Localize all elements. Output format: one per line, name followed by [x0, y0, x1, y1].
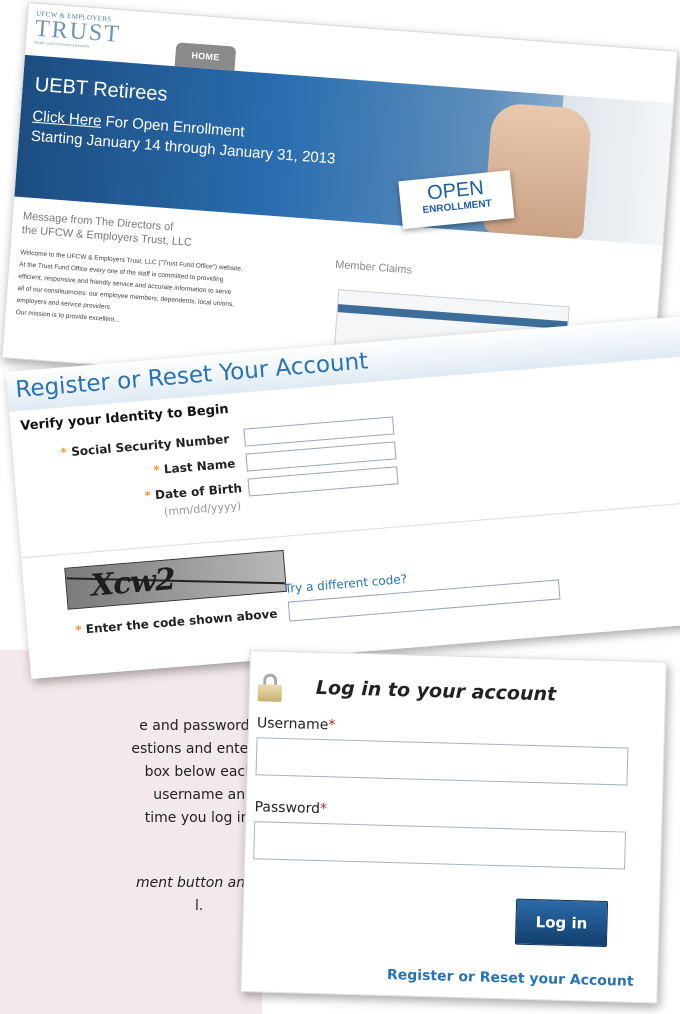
captcha-code: Xcw2: [89, 561, 177, 604]
note-line: time you log in,: [144, 810, 254, 826]
captcha-label-text: Enter the code shown above: [85, 606, 278, 637]
required-mark: *: [319, 801, 328, 818]
dob-label-text: Date of Birth: [154, 481, 243, 503]
username-label-text: Username: [256, 715, 329, 734]
dob-input[interactable]: [247, 466, 399, 497]
ssn-label: * Social Security Number: [60, 432, 230, 460]
last-name-label-text: Last Name: [163, 456, 236, 477]
ssn-label-text: Social Security Number: [70, 431, 230, 459]
password-label: Password*: [254, 799, 327, 817]
welcome-text: Welcome to the UFCW & Employers Trust, L…: [15, 247, 320, 341]
login-panel: Log in to your account Username* Passwor…: [240, 650, 667, 1004]
login-button[interactable]: Log in: [514, 898, 609, 948]
thumbnail-nav-bar: [337, 304, 568, 330]
register-reset-link[interactable]: Register or Reset your Account: [387, 967, 634, 990]
username-input[interactable]: [255, 737, 629, 786]
note-line: ment button and: [135, 875, 254, 891]
username-label: Username*: [257, 715, 336, 733]
last-name-label: * Last Name: [153, 457, 236, 478]
captcha-label: * Enter the code shown above: [75, 607, 278, 638]
section-divider: [21, 500, 680, 559]
click-here-link[interactable]: Click Here: [32, 108, 102, 130]
ssn-input[interactable]: [243, 416, 395, 447]
note-line: estions and enter: [131, 741, 254, 757]
dob-format-hint: (mm/dd/yyyy): [163, 499, 242, 519]
required-mark: *: [74, 622, 83, 638]
lock-icon: [257, 673, 285, 702]
try-different-code-link[interactable]: Try a different code?: [284, 572, 407, 596]
trust-logo: UFCW & EMPLOYERS TRUST Health and Retire…: [34, 10, 132, 53]
required-mark: *: [152, 462, 161, 478]
login-heading: Log in to your account: [315, 676, 557, 706]
lock-body: [257, 684, 283, 702]
required-mark: *: [144, 488, 152, 504]
note-line: box below each: [144, 764, 254, 780]
required-mark: *: [328, 717, 336, 734]
captcha-image: Xcw2: [64, 549, 287, 610]
last-name-input[interactable]: [245, 441, 397, 472]
required-mark: *: [60, 445, 68, 460]
member-claims-heading: Member Claims: [334, 258, 413, 277]
instruction-note: e and password. estions and enter box be…: [0, 650, 262, 1014]
hero-title: UEBT Retirees: [33, 73, 169, 106]
note-line: e and password.: [139, 718, 254, 734]
message-heading: Message from The Directors of the UFCW &…: [21, 209, 193, 250]
password-input[interactable]: [253, 821, 627, 870]
password-label-text: Password: [254, 799, 321, 818]
register-panel: Register or Reset Your Account Verify yo…: [6, 315, 680, 679]
note-line: username and: [153, 787, 254, 803]
note-line: l.: [195, 898, 204, 914]
